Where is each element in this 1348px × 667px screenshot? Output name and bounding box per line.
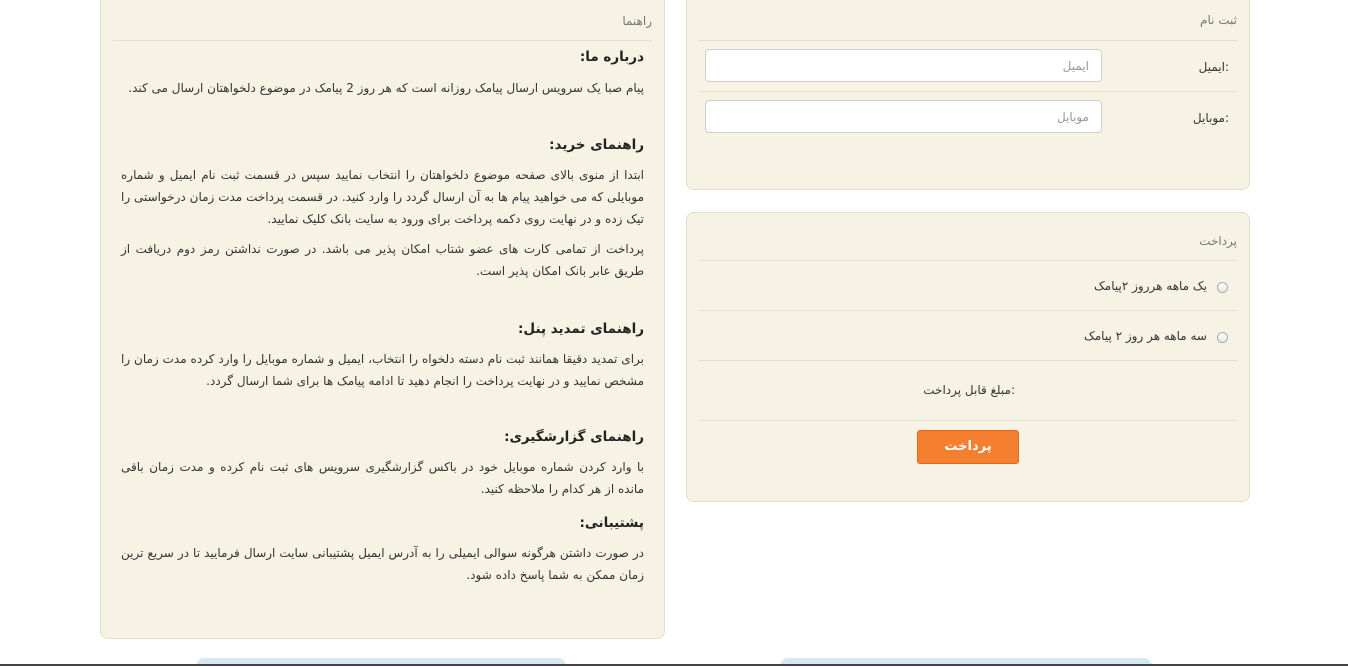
renew-text: برای تمدید دقیقا همانند ثبت نام دسته دلخ…	[121, 352, 644, 388]
divider	[699, 40, 1237, 41]
buy-text-2: پرداخت از تمامی کارت های عضو شتاب امکان …	[121, 242, 644, 278]
guide-panel: راهنما درباره ما: پیام صبا یک سرویس ارسا…	[100, 0, 665, 639]
guide-renew: راهنمای تمدید پنل: برای تمدید دقیقا همان…	[121, 321, 644, 392]
report-heading: راهنمای گزارشگیری:	[504, 429, 644, 445]
divider	[699, 91, 1237, 92]
email-field[interactable]	[705, 49, 1102, 82]
bottom-border	[0, 664, 1348, 666]
signup-panel: ثبت نام ایمیل: موبایل:	[686, 0, 1250, 190]
mobile-field[interactable]	[705, 100, 1102, 133]
buy-text-1: ابتدا از منوی بالای صفحه موضوع دلخواهتان…	[121, 168, 644, 226]
renew-heading: راهنمای تمدید پنل:	[518, 321, 644, 337]
payment-title: پرداخت	[1199, 234, 1237, 248]
divider	[699, 260, 1237, 261]
option-one-month-label[interactable]: یک ماهه هرروز ۲پیامک	[1094, 279, 1207, 293]
email-label: ایمیل:	[1198, 60, 1229, 74]
divider	[699, 360, 1237, 361]
option-three-month-label[interactable]: سه ماهه هر روز ۲ پیامک	[1084, 329, 1207, 343]
pay-button[interactable]: پرداخت	[917, 430, 1019, 464]
radio-one-month[interactable]	[1217, 282, 1228, 293]
buy-heading: راهنمای خرید:	[549, 137, 644, 153]
guide-title: راهنما	[622, 14, 652, 28]
guide-buy: راهنمای خرید: ابتدا از منوی بالای صفحه م…	[121, 137, 644, 282]
guide-report: راهنمای گزارشگیری: با وارد کردن شماره مو…	[121, 429, 644, 500]
about-heading: درباره ما:	[579, 49, 644, 65]
support-text: در صورت داشتن هرگونه سوالی ایمیلی را به …	[121, 546, 644, 582]
guide-about: درباره ما: پیام صبا یک سرویس ارسال پیامک…	[121, 49, 644, 99]
support-heading: پشتیبانی:	[579, 515, 644, 531]
report-text: با وارد کردن شماره موبایل خود در باکس گز…	[121, 460, 644, 496]
signup-title: ثبت نام	[1200, 13, 1237, 27]
divider	[113, 40, 652, 41]
amount-label: مبلغ قابل پرداخت:	[923, 383, 1015, 397]
divider	[699, 420, 1237, 421]
payment-panel: پرداخت یک ماهه هرروز ۲پیامک سه ماهه هر ر…	[686, 212, 1250, 502]
about-text: پیام صبا یک سرویس ارسال پیامک روزانه است…	[128, 81, 644, 95]
guide-support: پشتیبانی: در صورت داشتن هرگونه سوالی ایم…	[121, 515, 644, 586]
mobile-label: موبایل:	[1192, 111, 1229, 125]
divider	[699, 310, 1237, 311]
radio-three-month[interactable]	[1217, 332, 1228, 343]
